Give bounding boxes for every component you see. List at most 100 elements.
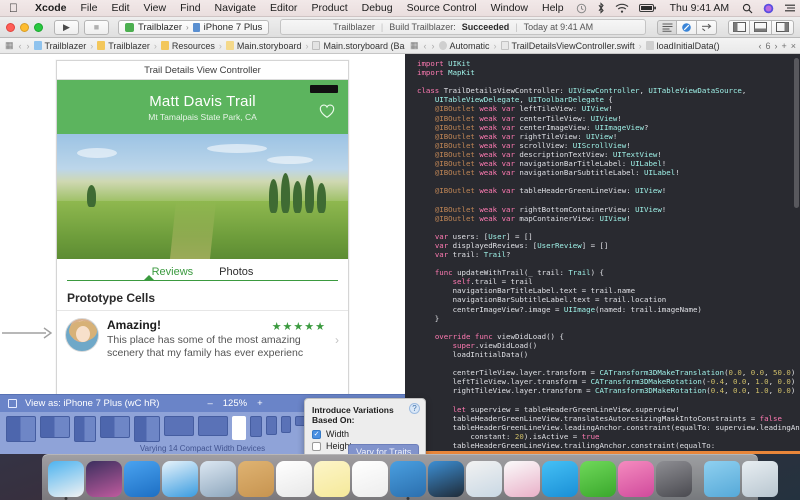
- menu-item-editor[interactable]: Editor: [263, 2, 304, 14]
- variation-device[interactable]: [164, 416, 194, 436]
- menu-item-xcode[interactable]: Xcode: [28, 2, 74, 14]
- close-window-button[interactable]: [6, 23, 15, 32]
- dock-item-calendar[interactable]: [276, 461, 312, 497]
- zoom-in-button[interactable]: +: [257, 398, 263, 409]
- scheme-name[interactable]: Trailblazer: [138, 22, 182, 33]
- variation-device[interactable]: [74, 416, 96, 442]
- breadcrumb-resources[interactable]: Resources: [161, 41, 215, 51]
- variation-device[interactable]: [266, 416, 277, 435]
- previous-issue-button[interactable]: ‹: [758, 41, 761, 51]
- dock-item-mail[interactable]: [200, 461, 236, 497]
- zoom-window-button[interactable]: [34, 23, 43, 32]
- dock-item-preview[interactable]: [466, 461, 502, 497]
- breadcrumb-base[interactable]: Main.storyboard (Base): [312, 41, 405, 51]
- source-breadcrumb-file[interactable]: TrailDetailsViewController.swift: [501, 41, 635, 51]
- vary-for-traits-button[interactable]: Vary for Traits: [348, 444, 419, 454]
- add-editor-button[interactable]: +: [781, 41, 786, 51]
- source-breadcrumb-automatic[interactable]: Automatic: [439, 41, 490, 51]
- variation-device[interactable]: [250, 416, 262, 437]
- breadcrumb-group[interactable]: Trailblazer: [97, 41, 150, 51]
- toggle-utilities-button[interactable]: [772, 20, 794, 35]
- view-controller-scene[interactable]: Trail Details View Controller Matt Davis…: [56, 60, 349, 394]
- source-breadcrumb-function[interactable]: loadInitialData(): [646, 41, 720, 51]
- code-editor[interactable]: import UIKit import MapKit class TrailDe…: [405, 54, 800, 454]
- apple-menu-icon[interactable]: : [0, 2, 28, 14]
- zoom-out-button[interactable]: –: [207, 398, 212, 409]
- toggle-navigator-button[interactable]: [728, 20, 750, 35]
- version-editor-button[interactable]: [697, 20, 717, 35]
- search-icon[interactable]: [737, 3, 758, 14]
- close-editor-button[interactable]: ×: [791, 41, 796, 51]
- menu-item-help[interactable]: Help: [535, 2, 571, 14]
- heart-icon[interactable]: [318, 102, 336, 120]
- menu-item-debug[interactable]: Debug: [355, 2, 400, 14]
- notification-center-icon[interactable]: [779, 3, 800, 14]
- view-as-label[interactable]: View as: iPhone 7 Plus (wC hR): [25, 398, 159, 409]
- scheme-destination-control[interactable]: Trailblazer › iPhone 7 Plus: [118, 20, 269, 35]
- dock-item-downloads-folder[interactable]: [704, 461, 740, 497]
- destination-name[interactable]: iPhone 7 Plus: [204, 22, 263, 33]
- dock-item-reminders[interactable]: [352, 461, 388, 497]
- menu-item-navigate[interactable]: Navigate: [208, 2, 263, 14]
- dock-item-photos[interactable]: [504, 461, 540, 497]
- stop-button[interactable]: ■: [84, 20, 109, 35]
- dock-item-xcode-beta[interactable]: [428, 461, 464, 497]
- variation-device[interactable]: [281, 416, 291, 433]
- variation-device-selected[interactable]: [232, 416, 246, 440]
- variation-device[interactable]: [134, 416, 160, 442]
- next-issue-button[interactable]: ›: [774, 41, 777, 51]
- run-button[interactable]: ▶: [54, 20, 79, 35]
- dock-item-notes[interactable]: [314, 461, 350, 497]
- dock-item-contacts[interactable]: [238, 461, 274, 497]
- minimize-window-button[interactable]: [20, 23, 29, 32]
- popover-option-width[interactable]: ✓ Width: [312, 429, 418, 439]
- dock-item-app-store[interactable]: [124, 461, 160, 497]
- related-files-icon[interactable]: ▦: [409, 40, 420, 51]
- related-files-icon[interactable]: ▦: [4, 40, 15, 51]
- tab-reviews[interactable]: Reviews: [152, 266, 194, 278]
- dock-item-system-preferences[interactable]: [656, 461, 692, 497]
- source-code-text[interactable]: import UIKit import MapKit class TrailDe…: [417, 59, 792, 454]
- zoom-level-label[interactable]: 125%: [223, 398, 247, 409]
- battery-icon[interactable]: [634, 3, 662, 13]
- toggle-debug-area-button[interactable]: [750, 20, 772, 35]
- review-prototype-cell[interactable]: Amazing! This place has some of the most…: [57, 311, 348, 394]
- editor-scrollbar[interactable]: [794, 58, 799, 208]
- variation-device[interactable]: [198, 416, 228, 436]
- height-checkbox[interactable]: [312, 442, 321, 451]
- variation-device[interactable]: [6, 416, 36, 442]
- menu-clock[interactable]: Thu 9:41 AM: [662, 2, 738, 14]
- variation-device[interactable]: [100, 416, 130, 438]
- menu-item-product[interactable]: Product: [304, 2, 354, 14]
- menu-item-find[interactable]: Find: [173, 2, 207, 14]
- siri-icon[interactable]: [758, 3, 779, 14]
- variation-device[interactable]: [40, 416, 70, 438]
- chevron-right-icon[interactable]: ›: [431, 41, 436, 51]
- tab-photos[interactable]: Photos: [219, 266, 253, 278]
- menu-item-view[interactable]: View: [137, 2, 174, 14]
- menu-item-window[interactable]: Window: [484, 2, 535, 14]
- dock-item-safari[interactable]: [162, 461, 198, 497]
- bluetooth-icon[interactable]: [592, 2, 610, 14]
- chevron-left-icon[interactable]: ‹: [423, 41, 428, 51]
- standard-editor-button[interactable]: [657, 20, 677, 35]
- help-icon[interactable]: ?: [409, 403, 420, 414]
- assistant-editor-button[interactable]: [677, 20, 697, 35]
- dock-item-itunes[interactable]: [618, 461, 654, 497]
- dock-item-facetime[interactable]: [580, 461, 616, 497]
- breadcrumb-storyboard[interactable]: Main.storyboard: [226, 41, 302, 51]
- menu-item-source-control[interactable]: Source Control: [400, 2, 484, 14]
- dock-item-finder[interactable]: [48, 461, 84, 497]
- chevron-right-icon[interactable]: ›: [26, 41, 31, 51]
- menu-item-edit[interactable]: Edit: [104, 2, 136, 14]
- storyboard-canvas[interactable]: Trail Details View Controller Matt Davis…: [0, 54, 405, 394]
- chevron-left-icon[interactable]: ‹: [18, 41, 23, 51]
- menu-item-file[interactable]: File: [74, 2, 105, 14]
- wifi-icon[interactable]: [610, 3, 634, 14]
- time-machine-icon[interactable]: [571, 3, 592, 14]
- breadcrumb-project[interactable]: Trailblazer: [34, 41, 87, 51]
- dock-item-siri[interactable]: [86, 461, 122, 497]
- dock-item-trash[interactable]: [742, 461, 778, 497]
- dock-item-xcode[interactable]: [390, 461, 426, 497]
- dock-item-messages[interactable]: [542, 461, 578, 497]
